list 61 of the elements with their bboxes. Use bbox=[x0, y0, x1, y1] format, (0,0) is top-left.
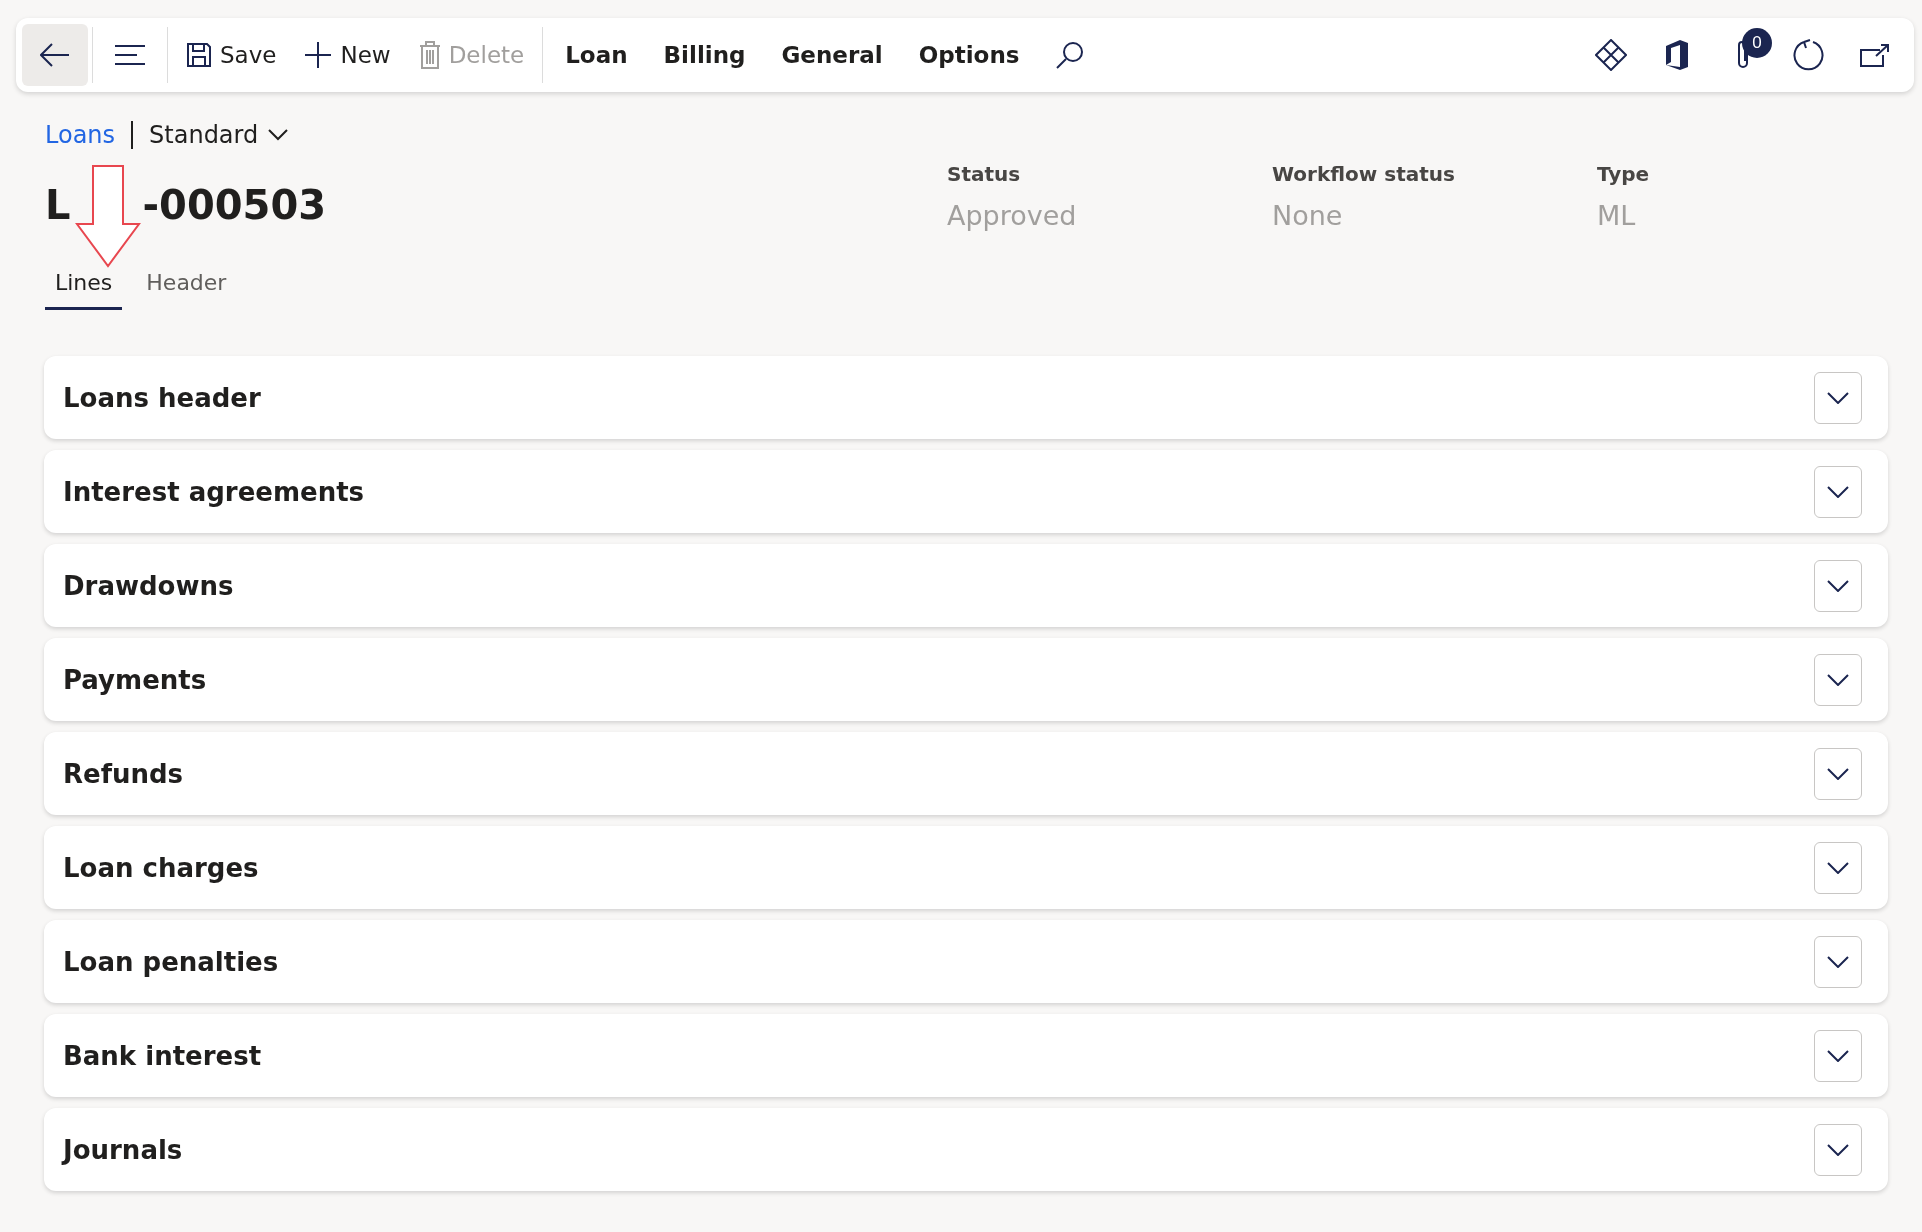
paperclip-icon bbox=[1735, 39, 1751, 71]
section-title[interactable]: Interest agreements bbox=[63, 476, 1814, 507]
back-button[interactable] bbox=[22, 24, 88, 86]
menu-tab[interactable]: Loan bbox=[547, 27, 646, 83]
expand-button[interactable] bbox=[1814, 1029, 1862, 1082]
save-button[interactable]: Save bbox=[172, 27, 291, 83]
section-title[interactable]: Loans header bbox=[63, 382, 1814, 413]
divider-bar bbox=[131, 121, 134, 149]
save-icon bbox=[186, 42, 212, 68]
menu-tab[interactable]: Billing bbox=[645, 27, 764, 83]
chevron-down-icon bbox=[1827, 391, 1849, 404]
chevron-down-icon bbox=[1827, 1049, 1849, 1062]
chevron-down-icon bbox=[1827, 673, 1849, 686]
section-title[interactable]: Drawdowns bbox=[63, 570, 1814, 601]
chevron-down-icon bbox=[1827, 1143, 1849, 1156]
tab[interactable]: Lines bbox=[45, 264, 123, 310]
refresh-icon bbox=[1793, 39, 1825, 71]
count-badge: 0 bbox=[1742, 28, 1772, 58]
field-label: Workflow status bbox=[1272, 162, 1456, 186]
pop-out-icon bbox=[1860, 43, 1890, 67]
chevron-down-icon bbox=[1827, 485, 1849, 498]
search-icon bbox=[1056, 41, 1085, 69]
field-value: ML bbox=[1597, 200, 1637, 231]
record-title: -000503 bbox=[142, 182, 327, 228]
breadcrumb-link[interactable]: Loans bbox=[45, 121, 116, 149]
expand-button[interactable] bbox=[1814, 935, 1862, 988]
record-title: L bbox=[45, 182, 71, 228]
back-arrow-icon bbox=[40, 43, 70, 67]
trash-icon bbox=[418, 41, 441, 69]
expand-button[interactable] bbox=[1814, 653, 1862, 706]
tab[interactable]: Header bbox=[136, 264, 237, 310]
menu-tab[interactable]: General bbox=[763, 27, 901, 83]
expand-button[interactable] bbox=[1814, 1123, 1862, 1176]
expand-button[interactable] bbox=[1814, 559, 1862, 612]
section-title[interactable]: Loan penalties bbox=[63, 946, 1814, 977]
expand-button[interactable] bbox=[1814, 371, 1862, 424]
view-selector[interactable]: Standard bbox=[149, 121, 289, 149]
chevron-down-icon bbox=[1827, 955, 1849, 968]
chevron-down-icon bbox=[1827, 579, 1849, 592]
new-button[interactable]: New bbox=[290, 27, 405, 83]
menu-tab[interactable]: Options bbox=[900, 27, 1038, 83]
expand-button[interactable] bbox=[1814, 841, 1862, 894]
menu-icon bbox=[115, 45, 145, 65]
section-title[interactable]: Bank interest bbox=[63, 1040, 1814, 1071]
section-title[interactable]: Journals bbox=[63, 1134, 1814, 1165]
chevron-down-icon bbox=[1827, 767, 1849, 780]
field-label: Type bbox=[1597, 162, 1651, 186]
field-value: None bbox=[1272, 200, 1344, 231]
diamond-icon bbox=[1595, 39, 1627, 71]
field-value: Approved bbox=[947, 200, 1078, 231]
office-icon bbox=[1664, 39, 1690, 71]
plus-icon bbox=[304, 41, 333, 69]
section-title[interactable]: Refunds bbox=[63, 758, 1814, 789]
chevron-down-icon bbox=[268, 129, 289, 141]
section-title[interactable]: Payments bbox=[63, 664, 1814, 695]
attachments-button[interactable]: 0 bbox=[1710, 24, 1776, 86]
expand-button[interactable] bbox=[1814, 465, 1862, 518]
chevron-down-icon bbox=[1827, 861, 1849, 874]
field-label: Status bbox=[947, 162, 1022, 186]
section-title[interactable]: Loan charges bbox=[63, 852, 1814, 883]
expand-button[interactable] bbox=[1814, 747, 1862, 800]
